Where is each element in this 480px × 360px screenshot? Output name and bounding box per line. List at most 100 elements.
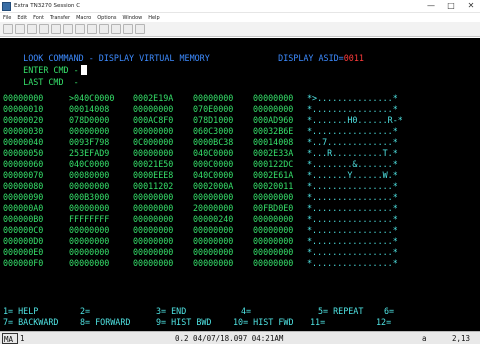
pf12-label[interactable]: 12= [376,317,391,328]
mem-word-3: 040C0000 [193,148,234,158]
last-cmd-label: LAST CMD - [23,77,79,87]
copy-icon[interactable] [63,24,73,34]
mode-indicator: a [422,334,427,343]
menu-window[interactable]: Window [123,15,143,21]
mem-word-1: 000B3000 [69,192,110,202]
pf9-label[interactable]: 9= HIST BWD [156,317,211,328]
mem-ascii: *................* [307,104,398,114]
mem-address: 00000050 [3,148,44,158]
mem-word-2: 00000000 [133,236,174,246]
mem-address: 000000F0 [3,258,44,268]
mem-word-3: 040C0000 [193,170,234,180]
macro-icon[interactable] [111,24,121,34]
terminal-screen[interactable]: LOOK COMMAND - DISPLAY VIRTUAL MEMORY DI… [0,38,480,331]
minimize-button[interactable]: — [424,1,438,11]
menu-transfer[interactable]: Transfer [50,15,70,21]
mem-word-4: 0002E61A [253,170,294,180]
mem-word-2: 00000000 [133,192,174,202]
header-row: LOOK COMMAND - DISPLAY VIRTUAL MEMORY [3,42,210,63]
mem-word-3: 00000000 [193,258,234,268]
mem-word-3: 0002000A [193,181,234,191]
mem-address: 00000030 [3,126,44,136]
mem-ascii: *.......H0......R-* [307,115,403,125]
asid-group: DISPLAY ASID=0011 [258,42,364,63]
mem-address: 00000020 [3,115,44,125]
mem-word-1: 040C0000 [69,159,110,169]
pf-keys-row-2: 7= BACKWARD 8= FORWARD 9= HIST BWD 10= H… [3,317,391,328]
cursor-position: 2,13 [452,334,471,343]
pf8-label[interactable]: 8= FORWARD [80,317,130,328]
toolbar [0,22,480,37]
mem-word-2: 00000000 [133,203,174,213]
mem-word-3: 078D1000 [193,115,234,125]
mem-word-1: 0093F798 [69,137,110,147]
mem-address: 00000070 [3,170,44,180]
pf11-label[interactable]: 11= [310,317,325,328]
new-session-icon[interactable] [3,24,13,34]
mem-word-4: 00032B6E [253,126,294,136]
maximize-button[interactable]: □ [444,1,458,11]
mem-ascii: *................* [307,214,398,224]
mem-word-2: 00000000 [133,126,174,136]
open-icon[interactable] [15,24,25,34]
session-indicator: 1 [20,334,25,343]
mem-word-3: 000C0000 [193,159,234,169]
mem-word-3: 00000000 [193,236,234,246]
mem-word-4: 00000000 [253,93,294,103]
menu-file[interactable]: File [3,15,11,21]
menu-help[interactable]: Help [148,15,159,21]
mem-ascii: *................* [307,192,398,202]
mem-ascii: *................* [307,225,398,235]
save-icon[interactable] [27,24,37,34]
mem-word-4: 00000000 [253,258,294,268]
status-time-text: 0.2 04/07/18.097 04:21AM [175,334,284,343]
pf1-label[interactable]: 1= HELP [3,306,38,317]
menu-options[interactable]: Options [97,15,116,21]
mem-word-3: 00000000 [193,93,234,103]
mem-word-3: 00000000 [193,247,234,257]
close-button[interactable]: ✕ [464,1,478,11]
menu-font[interactable]: Font [33,15,44,21]
mem-word-1: 078D0000 [69,115,110,125]
pf3-label[interactable]: 3= END [156,306,186,317]
mem-address: 000000B0 [3,214,44,224]
settings-icon[interactable] [123,24,133,34]
mem-word-1: 253EFAD9 [69,148,110,158]
mem-word-2: 00011202 [133,181,174,191]
mem-address: 00000060 [3,159,44,169]
mem-word-1: >040C0000 [69,93,115,103]
mem-word-1: 00000000 [69,258,110,268]
mem-word-4: 00020011 [253,181,294,191]
mem-word-4: 000AD960 [253,115,294,125]
print-icon[interactable] [39,24,49,34]
command-input-cursor[interactable] [80,65,87,75]
menu-edit[interactable]: Edit [17,15,27,21]
cut-icon[interactable] [51,24,61,34]
pf10-label[interactable]: 10= HIST FWD [233,317,294,328]
send-file-icon[interactable] [87,24,97,34]
mem-word-4: 00014008 [253,137,294,147]
help-icon[interactable] [135,24,145,34]
menu-macro[interactable]: Macro [76,15,91,21]
paste-icon[interactable] [75,24,85,34]
mem-ascii: *................* [307,258,398,268]
pf4-label[interactable]: 4= [241,306,251,317]
enter-cmd-row: ENTER CMD - [3,54,87,75]
mem-word-2: 0000EEE8 [133,170,174,180]
mem-word-3: 00000240 [193,214,234,224]
mem-word-3: 070E0000 [193,104,234,114]
mem-ascii: *...R..........T.* [307,148,398,158]
pf5-label[interactable]: 5= REPEAT [318,306,363,317]
mem-word-4: 00000000 [253,236,294,246]
pf6-label[interactable]: 6= [384,306,394,317]
mem-word-4: 000122DC [253,159,294,169]
pf-keys-row-1: 1= HELP 2= 3= END 4= 5= REPEAT 6= [3,306,394,317]
pf2-label[interactable]: 2= [80,306,90,317]
mem-word-3: 060C3000 [193,126,234,136]
mem-word-4: 0002E33A [253,148,294,158]
pf7-label[interactable]: 7= BACKWARD [3,317,58,328]
mem-ascii: *.......Y......W.* [307,170,398,180]
receive-file-icon[interactable] [99,24,109,34]
mem-address: 00000000 [3,93,44,103]
mem-word-2: 00000000 [133,225,174,235]
